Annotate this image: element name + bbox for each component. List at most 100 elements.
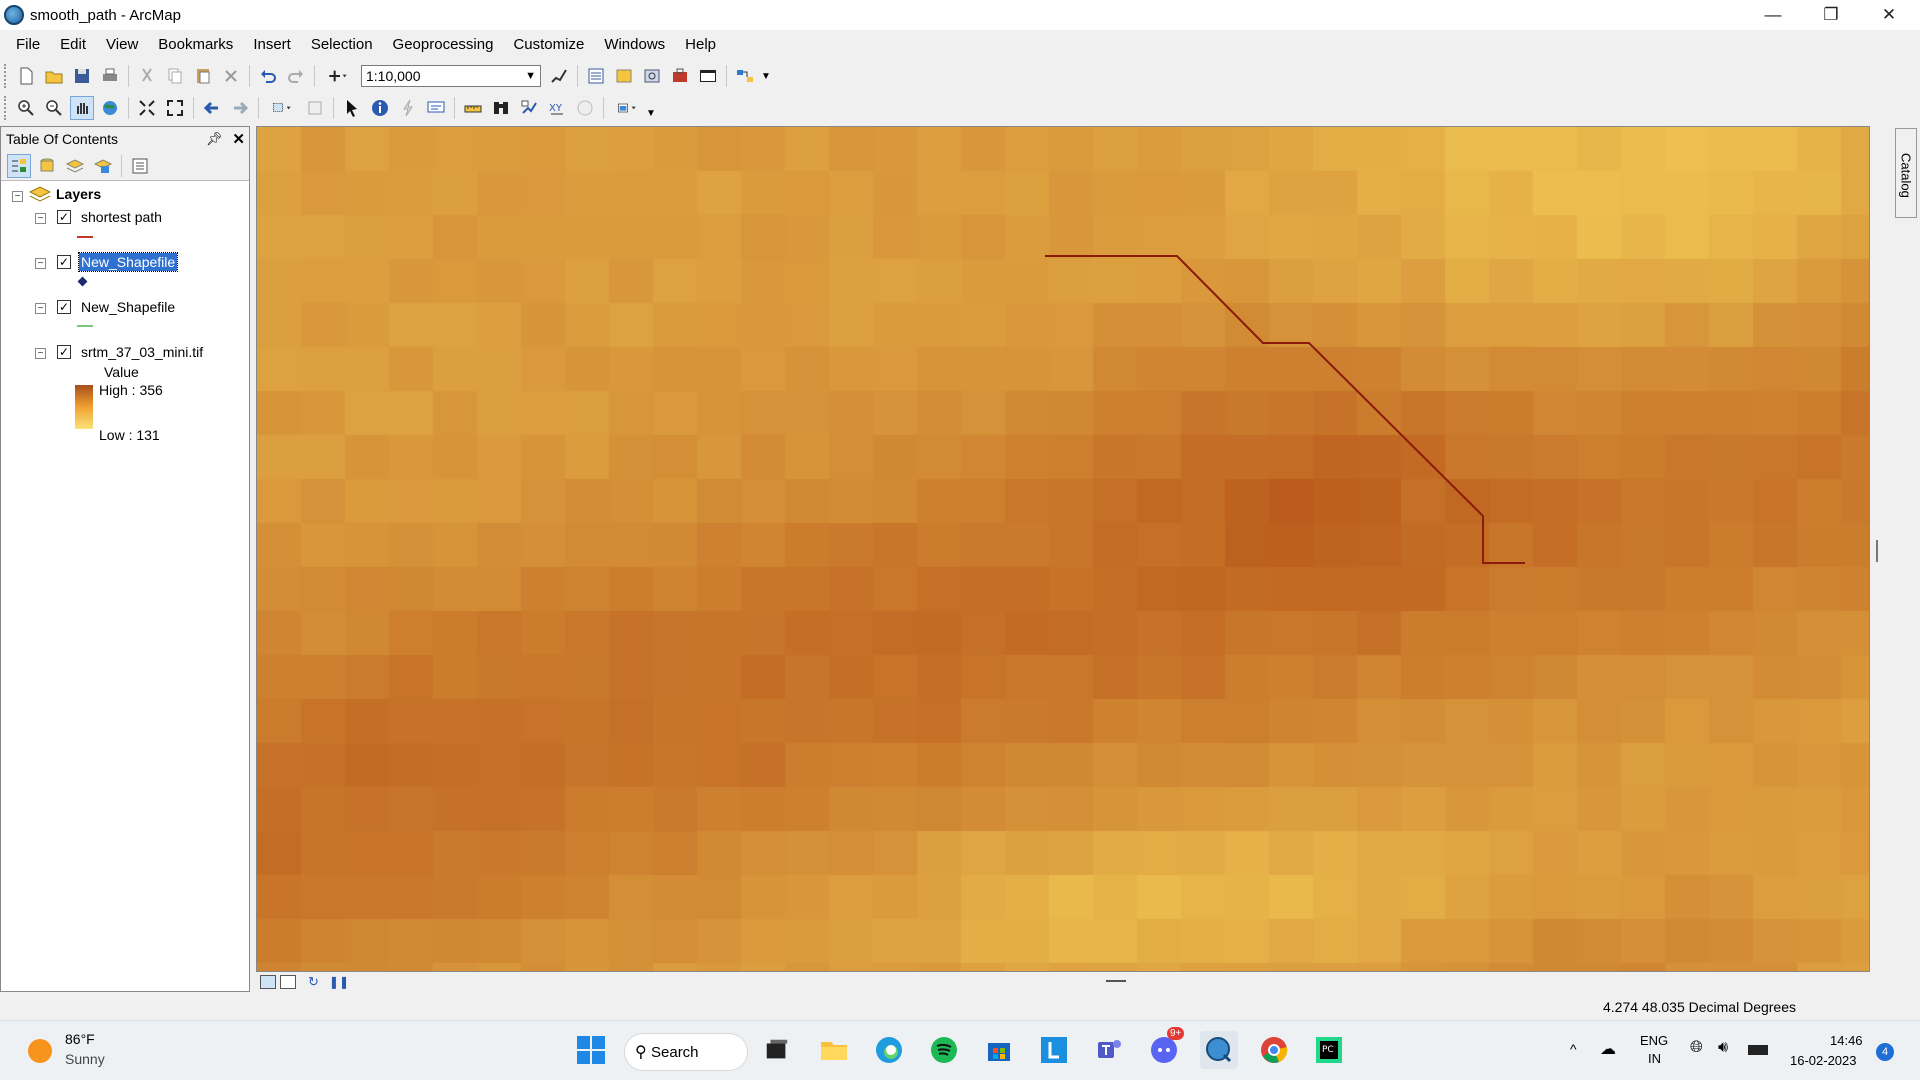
battery-icon[interactable] bbox=[1748, 1045, 1768, 1055]
notification-count-badge[interactable]: 4 bbox=[1876, 1043, 1894, 1061]
fixed-zoom-out-icon[interactable] bbox=[163, 96, 187, 120]
menu-selection[interactable]: Selection bbox=[301, 36, 383, 53]
layers-root-label[interactable]: Layers bbox=[56, 186, 101, 202]
go-forward-icon[interactable] bbox=[228, 96, 252, 120]
zoom-in-icon[interactable] bbox=[14, 96, 38, 120]
language-code[interactable]: ENG bbox=[1640, 1033, 1668, 1048]
python-window-button[interactable] bbox=[696, 64, 720, 88]
time-slider-icon[interactable] bbox=[573, 96, 597, 120]
collapse-layers-toggle[interactable]: − bbox=[12, 191, 23, 202]
menu-geoprocessing[interactable]: Geoprocessing bbox=[383, 36, 504, 53]
weather-description[interactable]: Sunny bbox=[65, 1051, 105, 1067]
menu-help[interactable]: Help bbox=[675, 36, 726, 53]
refresh-icon[interactable]: ↻ bbox=[308, 974, 319, 990]
sun-weather-icon[interactable] bbox=[28, 1039, 52, 1063]
hyperlink-icon[interactable] bbox=[396, 96, 420, 120]
point-symbol-swatch[interactable] bbox=[77, 276, 88, 287]
volume-icon[interactable]: 🔊︎ bbox=[1718, 1039, 1728, 1057]
collapse-layer-toggle[interactable]: − bbox=[35, 213, 46, 224]
table-of-contents-button[interactable] bbox=[584, 64, 608, 88]
menu-windows[interactable]: Windows bbox=[594, 36, 675, 53]
catalog-side-tab[interactable]: Catalog bbox=[1895, 128, 1917, 218]
catalog-window-button[interactable] bbox=[612, 64, 636, 88]
collapse-layer-toggle[interactable]: − bbox=[35, 303, 46, 314]
new-document-button[interactable] bbox=[14, 64, 38, 88]
chevron-down-icon[interactable]: ▼ bbox=[525, 70, 536, 82]
map-display[interactable] bbox=[256, 126, 1870, 972]
microsoft-store-icon[interactable] bbox=[980, 1031, 1018, 1069]
identify-icon[interactable] bbox=[368, 96, 392, 120]
goto-xy-icon[interactable]: XY bbox=[545, 96, 569, 120]
modelbuilder-button[interactable] bbox=[733, 64, 757, 88]
menu-file[interactable]: File bbox=[6, 36, 50, 53]
chevron-up-icon[interactable]: ^ bbox=[1570, 1041, 1577, 1057]
list-by-visibility-icon[interactable] bbox=[63, 154, 87, 178]
zoom-out-icon[interactable] bbox=[42, 96, 66, 120]
network-icon[interactable]: 🌐︎ bbox=[1690, 1039, 1703, 1057]
line-symbol-swatch[interactable] bbox=[77, 236, 93, 238]
horizontal-splitter[interactable] bbox=[1106, 980, 1126, 982]
list-by-drawing-order-icon[interactable] bbox=[7, 153, 31, 178]
find-route-icon[interactable] bbox=[517, 96, 541, 120]
measure-icon[interactable] bbox=[461, 96, 485, 120]
edge-browser-icon[interactable] bbox=[870, 1031, 908, 1069]
layer-visibility-checkbox[interactable]: ✓ bbox=[57, 345, 71, 359]
arcmap-taskbar-icon[interactable] bbox=[1200, 1031, 1238, 1069]
restore-button[interactable]: ❐ bbox=[1802, 0, 1860, 30]
splitter-handle[interactable] bbox=[1876, 540, 1878, 562]
clock-time[interactable]: 14:46 bbox=[1830, 1033, 1863, 1048]
layer-visibility-checkbox[interactable]: ✓ bbox=[57, 255, 71, 269]
undo-button[interactable] bbox=[256, 64, 280, 88]
search-window-button[interactable] bbox=[640, 64, 664, 88]
shortest-path-line[interactable] bbox=[1045, 255, 1525, 564]
toolbar-grip[interactable] bbox=[4, 64, 8, 88]
pause-drawing-icon[interactable]: ❚❚ bbox=[329, 975, 349, 989]
list-by-selection-icon[interactable] bbox=[91, 154, 115, 178]
layout-view-button[interactable] bbox=[280, 975, 296, 989]
layer-name[interactable]: New_Shapefile bbox=[81, 299, 175, 315]
paste-button[interactable] bbox=[191, 64, 215, 88]
select-features-icon[interactable] bbox=[265, 96, 299, 120]
spotify-icon[interactable] bbox=[925, 1031, 963, 1069]
close-button[interactable]: ✕ bbox=[1860, 0, 1918, 30]
line-symbol-swatch[interactable] bbox=[77, 325, 93, 327]
layer-name[interactable]: shortest path bbox=[81, 209, 162, 225]
cut-button[interactable] bbox=[135, 64, 159, 88]
pycharm-icon[interactable]: PC bbox=[1310, 1031, 1348, 1069]
viewer-window-icon[interactable] bbox=[610, 96, 644, 120]
l-app-icon[interactable] bbox=[1035, 1031, 1073, 1069]
list-by-source-icon[interactable] bbox=[35, 154, 59, 178]
elevation-color-ramp[interactable] bbox=[75, 385, 93, 429]
fixed-zoom-in-icon[interactable] bbox=[135, 96, 159, 120]
layer-visibility-checkbox[interactable]: ✓ bbox=[57, 210, 71, 224]
layer-visibility-checkbox[interactable]: ✓ bbox=[57, 300, 71, 314]
go-back-icon[interactable] bbox=[200, 96, 224, 120]
pin-icon[interactable]: 📌︎ bbox=[206, 131, 223, 147]
layer-name[interactable]: srtm_37_03_mini.tif bbox=[81, 344, 203, 360]
clear-selection-icon[interactable] bbox=[303, 96, 327, 120]
discord-icon[interactable]: 9+ bbox=[1145, 1027, 1185, 1069]
arctoolbox-button[interactable] bbox=[668, 64, 692, 88]
menu-view[interactable]: View bbox=[96, 36, 148, 53]
close-icon[interactable]: ✕ bbox=[232, 130, 245, 148]
file-explorer-icon[interactable] bbox=[815, 1031, 853, 1069]
map-scale-combo[interactable]: 1:10,000 ▼ bbox=[361, 65, 541, 87]
pan-icon[interactable] bbox=[70, 96, 94, 120]
language-region[interactable]: IN bbox=[1648, 1051, 1661, 1066]
add-data-button[interactable] bbox=[321, 64, 355, 88]
data-view-button[interactable] bbox=[260, 975, 276, 989]
clock-date[interactable]: 16-02-2023 bbox=[1790, 1053, 1857, 1068]
select-elements-icon[interactable] bbox=[340, 96, 364, 120]
onedrive-icon[interactable]: ☁ bbox=[1600, 1039, 1616, 1059]
toc-options-icon[interactable] bbox=[128, 154, 152, 178]
open-button[interactable] bbox=[42, 64, 66, 88]
copy-button[interactable] bbox=[163, 64, 187, 88]
delete-button[interactable] bbox=[219, 64, 243, 88]
start-windows-icon[interactable] bbox=[572, 1031, 610, 1069]
teams-icon[interactable] bbox=[1090, 1031, 1128, 1069]
layer-name[interactable]: New_Shapefile bbox=[77, 252, 179, 272]
minimize-button[interactable]: — bbox=[1744, 0, 1802, 30]
task-view-icon[interactable] bbox=[758, 1031, 796, 1069]
taskbar-search-box[interactable]: ⚲ Search bbox=[624, 1033, 748, 1071]
toolbar-options-icon[interactable]: ▼ bbox=[761, 71, 771, 82]
